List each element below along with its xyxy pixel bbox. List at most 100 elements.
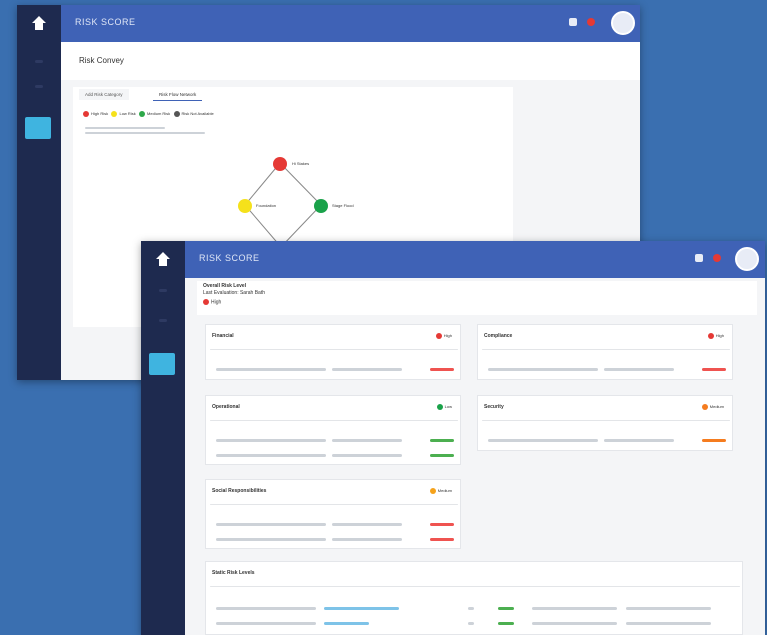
status-label: Low (444, 404, 452, 410)
page-header: Risk Convey (61, 42, 640, 80)
table-cell (332, 454, 402, 457)
table-cell (216, 454, 326, 457)
network-node[interactable] (314, 199, 328, 213)
brand-title: RISK SCORE (199, 253, 260, 263)
static-risk-table: Static Risk Levels (205, 561, 743, 635)
table-cell (332, 439, 402, 442)
table-title: Static Risk Levels (212, 570, 255, 576)
sidebar-item[interactable] (159, 319, 167, 322)
divider (210, 586, 740, 587)
legend-swatch (139, 111, 146, 117)
status-label: High (443, 333, 452, 339)
table-cell (702, 439, 726, 442)
table-cell (604, 439, 674, 442)
legend-swatch (173, 111, 180, 117)
table-cell (332, 538, 402, 541)
legend-label: Risk Not Available (181, 111, 214, 117)
legend-label: Low Risk (119, 111, 136, 117)
bell-icon[interactable] (695, 254, 703, 262)
card-title: Compliance (484, 333, 513, 339)
table-cell (532, 622, 617, 625)
legend-swatch (83, 111, 89, 117)
top-bar: RISK SCORE (185, 241, 765, 278)
sidebar-item[interactable] (159, 289, 167, 292)
network-node[interactable] (238, 199, 252, 213)
table-cell[interactable] (324, 607, 399, 610)
top-bar: RISK SCORE (61, 5, 640, 42)
table-cell (604, 368, 674, 371)
table-cell (430, 439, 454, 442)
risk-dashboard-window: RISK SCORE Overall Risk Level Last Evalu… (141, 241, 765, 635)
flag-icon[interactable] (587, 18, 595, 26)
card-title: Operational (212, 404, 240, 410)
table-cell (430, 454, 454, 457)
table-cell (626, 622, 711, 625)
flag-icon[interactable] (713, 254, 721, 262)
tab-add-risk-category[interactable]: Add Risk Category (79, 89, 129, 100)
card-title: Security (484, 404, 504, 410)
table-cell (488, 439, 598, 442)
network-node[interactable] (273, 157, 287, 171)
home-icon[interactable] (29, 13, 49, 33)
table-cell (430, 368, 454, 371)
sidebar-item[interactable] (35, 60, 43, 63)
overall-badge: High (203, 299, 221, 305)
divider (482, 420, 730, 421)
status-label: High (715, 333, 724, 339)
dashboard-icon[interactable] (25, 117, 51, 139)
table-cell (468, 607, 474, 610)
table-cell (216, 538, 326, 541)
status-badge: Low (436, 404, 452, 410)
table-cell (626, 607, 711, 610)
bell-icon[interactable] (569, 18, 577, 26)
table-cell (498, 607, 514, 610)
divider (482, 349, 730, 350)
overall-title: Overall Risk Level (203, 283, 247, 289)
status-badge: High (707, 333, 724, 339)
overall-badge-label: High (211, 299, 222, 306)
dashboard-icon[interactable] (149, 353, 175, 375)
legend-swatch (111, 111, 118, 117)
card-operational: Operational Low (205, 395, 461, 465)
table-cell (216, 523, 326, 526)
card-security: Security Medium (477, 395, 733, 451)
page-title: Risk Convey (79, 56, 124, 65)
divider (210, 504, 458, 505)
status-badge: Medium (429, 488, 452, 494)
table-cell (332, 368, 402, 371)
legend-label: Medium Risk (147, 111, 171, 117)
sidebar (141, 241, 185, 635)
legend-label: High Risk (91, 111, 109, 117)
table-cell (216, 368, 326, 371)
card-social-responsibilities: Social Responsibilities Medium (205, 479, 461, 549)
table-cell (430, 538, 454, 541)
avatar[interactable] (611, 11, 635, 35)
card-compliance: Compliance High (477, 324, 733, 380)
legend: High Risk Low Risk Medium Risk Risk Not … (83, 111, 214, 117)
card-title: Financial (212, 333, 234, 339)
table-cell (332, 523, 402, 526)
info-line (85, 132, 205, 134)
sidebar (17, 5, 61, 380)
brand-title: RISK SCORE (75, 17, 136, 27)
table-cell[interactable] (324, 622, 369, 625)
table-cell (532, 607, 617, 610)
table-cell (216, 439, 326, 442)
info-line (85, 127, 165, 129)
card-title: Social Responsibilities (212, 488, 267, 494)
home-icon[interactable] (153, 249, 173, 269)
status-label: Medium (437, 488, 452, 494)
node-label: Foundation (256, 203, 277, 208)
node-label: Hi Stakes (292, 161, 310, 166)
divider (210, 420, 458, 421)
avatar[interactable] (735, 247, 759, 271)
table-cell (468, 622, 474, 625)
divider (210, 349, 458, 350)
tab-risk-flow-network[interactable]: Risk Flow Network (153, 89, 203, 101)
table-cell (498, 622, 514, 625)
status-label: Medium (709, 404, 724, 410)
sidebar-item[interactable] (35, 85, 43, 88)
status-badge: Medium (701, 404, 724, 410)
table-cell (702, 368, 726, 371)
status-badge: High (435, 333, 452, 339)
